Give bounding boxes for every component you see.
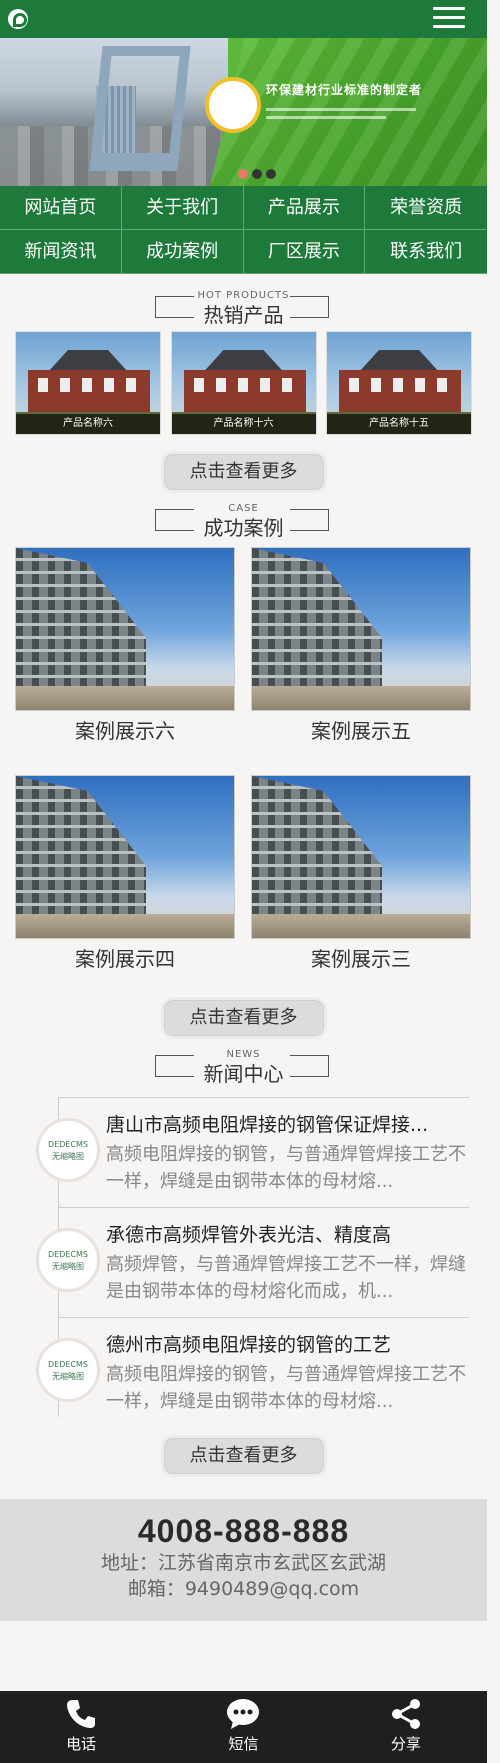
contact-info: 4008-888-888 地址：江苏省南京市玄武区玄武湖 邮箱：9490489@…	[0, 1499, 487, 1621]
section-title-cases: CASE 成功案例	[0, 497, 487, 545]
product-name: 产品名称十六	[171, 414, 316, 434]
nav-item-factory[interactable]: 厂区展示	[243, 230, 366, 274]
banner-subtext	[266, 108, 416, 130]
news-thumbnail: DEDECMS 无缩略图	[36, 1338, 100, 1402]
product-name: 产品名称十五	[327, 414, 471, 434]
nav-item-products[interactable]: 产品展示	[243, 186, 366, 230]
product-name: 产品名称六	[16, 414, 160, 434]
case-list: 案例展示六 案例展示五 案例展示四 案例展示三	[0, 547, 487, 979]
bottom-bar-label: 短信	[228, 1735, 259, 1753]
case-title: 案例展示三	[311, 947, 411, 971]
banner-dot[interactable]	[266, 169, 276, 179]
case-image	[251, 775, 471, 939]
cases-more-button[interactable]: 点击查看更多	[160, 997, 327, 1039]
nav-item-contact[interactable]: 联系我们	[365, 230, 487, 274]
news-item[interactable]: DEDECMS 无缩略图 承德市高频焊管外表光洁、精度高 高频焊管，与普通焊管焊接…	[36, 1207, 469, 1317]
section-title-cn: 新闻中心	[203, 1062, 284, 1086]
bottom-bar-label: 电话	[66, 1735, 97, 1753]
section-title-cn: 热销产品	[203, 303, 284, 327]
page: 环保建材行业标准的制定者 网站首页 关于我们 产品展示 荣誉资质 新闻资讯 成功…	[0, 0, 487, 1763]
products-more-button[interactable]: 点击查看更多	[160, 451, 327, 493]
menu-icon[interactable]	[433, 7, 465, 29]
case-image	[15, 547, 235, 711]
banner-circle	[205, 77, 261, 133]
product-list: 产品名称六 产品名称十六 产品名称十五	[0, 331, 487, 435]
banner-slogan: 环保建材行业标准的制定者	[266, 83, 423, 97]
news-desc: 高频电阻焊接的钢管，与普通焊管焊接工艺不一样，焊缝是由钢带本体的母材熔...	[106, 1144, 466, 1192]
banner-city-image	[0, 38, 228, 186]
case-card[interactable]: 案例展示六	[15, 547, 235, 751]
news-title[interactable]: 唐山市高频电阻焊接的钢管保证焊接...	[106, 1098, 469, 1137]
case-card[interactable]: 案例展示五	[251, 547, 471, 751]
case-card[interactable]: 案例展示三	[251, 775, 471, 979]
case-title: 案例展示四	[75, 947, 175, 971]
bottom-bar-sms[interactable]: 短信	[162, 1691, 324, 1763]
bottom-bar-share[interactable]: 分享	[325, 1691, 487, 1763]
nav-item-home[interactable]: 网站首页	[0, 186, 122, 230]
news-list: DEDECMS 无缩略图 唐山市高频电阻焊接的钢管保证焊接... 高频电阻焊接的钢…	[0, 1097, 487, 1427]
bottom-bar: 电话 短信 分享	[0, 1691, 487, 1763]
news-thumbnail: DEDECMS 无缩略图	[36, 1118, 100, 1182]
section-title-cn: 成功案例	[203, 516, 284, 540]
news-more-button[interactable]: 点击查看更多	[160, 1435, 327, 1477]
top-bar	[0, 0, 487, 38]
banner-pagination	[238, 164, 280, 183]
banner-dot[interactable]	[238, 169, 248, 179]
news-thumbnail: DEDECMS 无缩略图	[36, 1228, 100, 1292]
news-desc: 高频焊管，与普通焊管焊接工艺不一样，焊缝是由钢带本体的母材熔化而成，机...	[106, 1254, 466, 1302]
bottom-bar-label: 分享	[390, 1735, 421, 1753]
news-desc: 高频电阻焊接的钢管，与普通焊管焊接工艺不一样，焊缝是由钢带本体的母材熔...	[106, 1364, 466, 1412]
banner-dot[interactable]	[252, 169, 262, 179]
case-title: 案例展示五	[311, 719, 411, 743]
case-card[interactable]: 案例展示四	[15, 775, 235, 979]
sms-icon	[227, 1699, 260, 1729]
news-title[interactable]: 德州市高频电阻焊接的钢管的工艺	[106, 1318, 469, 1357]
case-title: 案例展示六	[75, 719, 175, 743]
section-title-products: HOT PRODUCTS 热销产品	[0, 284, 487, 332]
news-item[interactable]: DEDECMS 无缩略图 唐山市高频电阻焊接的钢管保证焊接... 高频电阻焊接的钢…	[36, 1097, 469, 1207]
main-nav: 网站首页 关于我们 产品展示 荣誉资质 新闻资讯 成功案例 厂区展示 联系我们	[0, 186, 487, 274]
bottom-bar-phone[interactable]: 电话	[0, 1691, 162, 1763]
product-card[interactable]: 产品名称十五	[326, 331, 472, 435]
nav-item-about[interactable]: 关于我们	[121, 186, 244, 230]
contact-phone[interactable]: 4008-888-888	[0, 1513, 487, 1550]
case-image	[251, 547, 471, 711]
phone-icon	[67, 1700, 96, 1728]
section-title-news: NEWS 新闻中心	[0, 1043, 487, 1091]
banner[interactable]: 环保建材行业标准的制定者	[0, 38, 487, 186]
contact-address: 地址：江苏省南京市玄武区玄武湖	[100, 1552, 386, 1574]
share-icon	[391, 1699, 420, 1729]
product-card[interactable]: 产品名称六	[15, 331, 161, 435]
news-item[interactable]: DEDECMS 无缩略图 德州市高频电阻焊接的钢管的工艺 高频电阻焊接的钢管，与普…	[36, 1317, 469, 1427]
case-image	[15, 775, 235, 939]
product-card[interactable]: 产品名称十六	[170, 331, 317, 435]
nav-item-honors[interactable]: 荣誉资质	[365, 186, 487, 230]
nav-item-cases[interactable]: 成功案例	[121, 230, 244, 274]
news-title[interactable]: 承德市高频焊管外表光洁、精度高	[106, 1208, 469, 1247]
logo-icon[interactable]	[8, 9, 28, 29]
nav-item-news[interactable]: 新闻资讯	[0, 230, 122, 274]
contact-email[interactable]: 邮箱：9490489@qq.com	[0, 1576, 487, 1602]
